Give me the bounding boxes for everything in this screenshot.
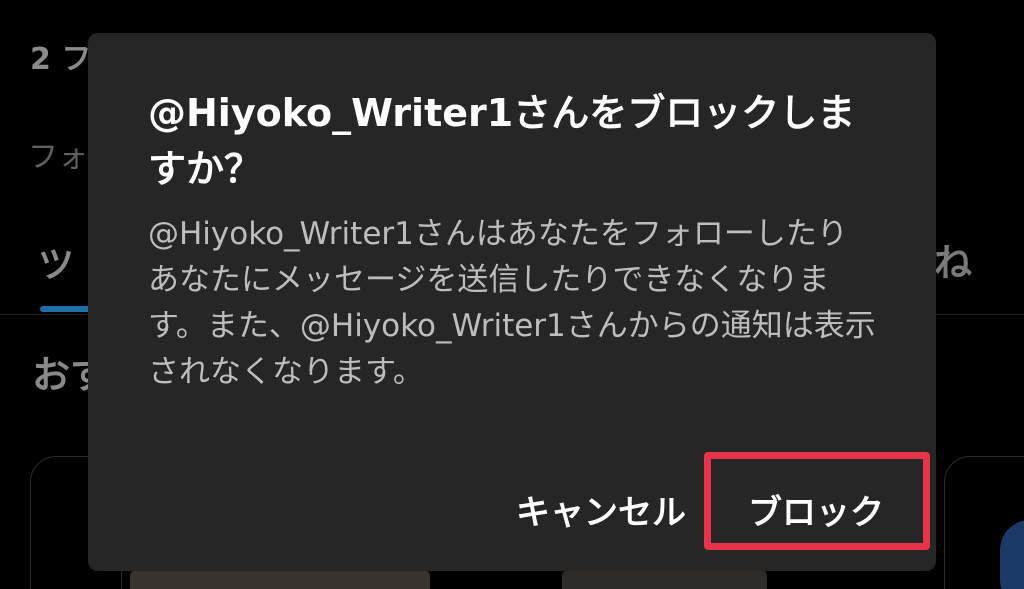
dialog-message: @Hiyoko_Writer1さんはあなたをフォローしたりあなたにメッセージを送… — [148, 216, 876, 390]
tab-posts[interactable]: ツ — [38, 236, 74, 288]
profile-page: 2 フ フォ ツ ね おす @Hiyoko_Writer1さんをブロックしますか… — [0, 0, 1024, 589]
dialog-actions: キャンセル ブロック — [88, 447, 936, 557]
card-photo — [562, 570, 767, 589]
followers-count: 2 フ — [30, 42, 92, 77]
following-label: フォ — [28, 140, 88, 175]
cancel-button[interactable]: キャンセル — [496, 485, 686, 533]
block-confirm-dialog: @Hiyoko_Writer1さんをブロックしますか？ @Hiyoko_Writ… — [88, 33, 936, 571]
dialog-title: @Hiyoko_Writer1さんをブロックしますか？ — [148, 91, 856, 191]
block-button[interactable]: ブロック — [748, 485, 898, 533]
tab-active-indicator — [40, 306, 92, 312]
card-photo — [130, 570, 430, 589]
tab-likes[interactable]: ね — [934, 232, 972, 287]
